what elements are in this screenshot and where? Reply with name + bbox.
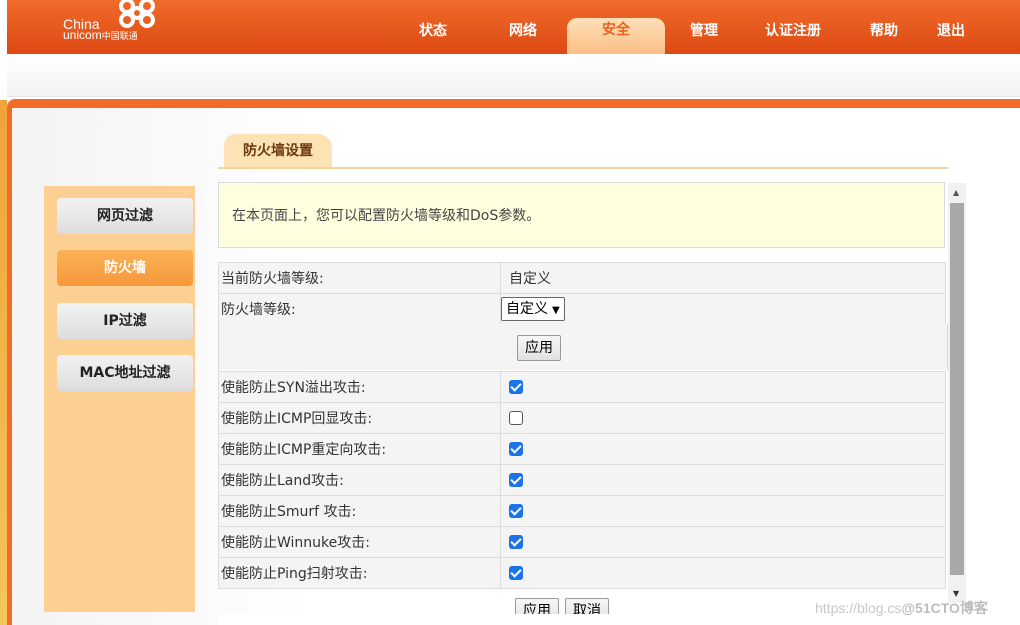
level-label: 防火墙等级: bbox=[218, 293, 501, 325]
syn-flood-checkbox[interactable] bbox=[509, 380, 523, 394]
land-attack-checkbox[interactable] bbox=[509, 473, 523, 487]
top-navigation-bar: China unicom中国联通 状态 网络 安全 管理 认证注册 帮助 退出 bbox=[7, 0, 1020, 54]
option-label: 使能防止Winnuke攻击: bbox=[218, 526, 501, 558]
scrollbar-thumb[interactable] bbox=[950, 203, 964, 575]
sidebar: 网页过滤 防火墙 IP过滤 MAC地址过滤 bbox=[44, 186, 195, 612]
option-label: 使能防止SYN溢出攻击: bbox=[218, 371, 501, 403]
option-label: 使能防止ICMP重定向攻击: bbox=[218, 433, 501, 465]
option-cell bbox=[500, 402, 946, 434]
table-row: 使能防止Land攻击: bbox=[218, 464, 946, 496]
nav-logout[interactable]: 退出 bbox=[923, 18, 979, 44]
table-row: 使能防止Ping扫射攻击: bbox=[218, 557, 946, 589]
sidebar-item-web-filter[interactable]: 网页过滤 bbox=[57, 198, 193, 234]
current-level-label: 当前防火墙等级: bbox=[218, 262, 501, 294]
scroll-down-icon[interactable]: ▼ bbox=[953, 589, 959, 598]
current-level-value: 自定义 bbox=[500, 262, 946, 294]
nav-status[interactable]: 状态 bbox=[405, 18, 461, 44]
info-box: 在本页面上，您可以配置防火墙等级和DoS参数。 bbox=[218, 182, 945, 248]
left-accent-strip bbox=[0, 100, 7, 625]
nav-help[interactable]: 帮助 bbox=[856, 18, 912, 44]
icmp-redirect-checkbox[interactable] bbox=[509, 442, 523, 456]
table-row: 使能防止ICMP回显攻击: bbox=[218, 402, 946, 434]
sidebar-item-mac-filter[interactable]: MAC地址过滤 bbox=[57, 355, 193, 391]
option-cell bbox=[500, 526, 946, 558]
table-row: 防火墙等级: 自定义 ▼ bbox=[218, 293, 946, 325]
apply-row: 应用 bbox=[218, 324, 948, 370]
option-cell bbox=[500, 464, 946, 496]
nav-network[interactable]: 网络 bbox=[495, 18, 551, 44]
option-cell bbox=[500, 371, 946, 403]
tab-underline bbox=[218, 167, 948, 169]
sidebar-item-ip-filter[interactable]: IP过滤 bbox=[57, 303, 193, 339]
option-label: 使能防止Ping扫射攻击: bbox=[218, 557, 501, 589]
option-cell bbox=[500, 557, 946, 589]
sub-header-band bbox=[7, 54, 1020, 97]
nav-security[interactable]: 安全 bbox=[567, 18, 665, 54]
smurf-attack-checkbox[interactable] bbox=[509, 504, 523, 518]
table-row: 使能防止Smurf 攻击: bbox=[218, 495, 946, 527]
sidebar-item-firewall[interactable]: 防火墙 bbox=[57, 250, 193, 286]
vertical-scrollbar[interactable]: ▲ ▼ bbox=[948, 183, 966, 603]
option-cell bbox=[500, 433, 946, 465]
dos-options-table: 使能防止SYN溢出攻击: 使能防止ICMP回显攻击: 使能防止ICMP重定向攻击… bbox=[218, 371, 946, 589]
table-row: 使能防止SYN溢出攻击: bbox=[218, 371, 946, 403]
firewall-level-select[interactable]: 自定义 ▼ bbox=[501, 297, 565, 321]
table-row: 使能防止Winnuke攻击: bbox=[218, 526, 946, 558]
option-cell bbox=[500, 495, 946, 527]
table-row: 使能防止ICMP重定向攻击: bbox=[218, 433, 946, 465]
tab-firewall-settings: 防火墙设置 bbox=[224, 134, 332, 168]
watermark: https://blog.cs@51CTO博客 bbox=[815, 600, 988, 616]
option-label: 使能防止ICMP回显攻击: bbox=[218, 402, 501, 434]
option-label: 使能防止Smurf 攻击: bbox=[218, 495, 501, 527]
nav-management[interactable]: 管理 bbox=[676, 18, 732, 44]
firewall-level-table: 当前防火墙等级: 自定义 防火墙等级: 自定义 ▼ bbox=[218, 262, 946, 325]
icmp-echo-checkbox[interactable] bbox=[509, 411, 523, 425]
apply-button[interactable]: 应用 bbox=[517, 335, 561, 361]
main-nav: 状态 网络 安全 管理 认证注册 帮助 退出 bbox=[7, 0, 1020, 54]
level-select-cell: 自定义 ▼ bbox=[500, 293, 946, 325]
content-area: 防火墙设置 在本页面上，您可以配置防火墙等级和DoS参数。 当前防火墙等级: 自… bbox=[218, 128, 958, 625]
winnuke-attack-checkbox[interactable] bbox=[509, 535, 523, 549]
option-label: 使能防止Land攻击: bbox=[218, 464, 501, 496]
table-row: 当前防火墙等级: 自定义 bbox=[218, 262, 946, 294]
chevron-down-icon: ▼ bbox=[552, 305, 560, 316]
nav-auth-register[interactable]: 认证注册 bbox=[755, 18, 831, 44]
scroll-up-icon[interactable]: ▲ bbox=[953, 188, 959, 197]
ping-sweep-checkbox[interactable] bbox=[509, 566, 523, 580]
